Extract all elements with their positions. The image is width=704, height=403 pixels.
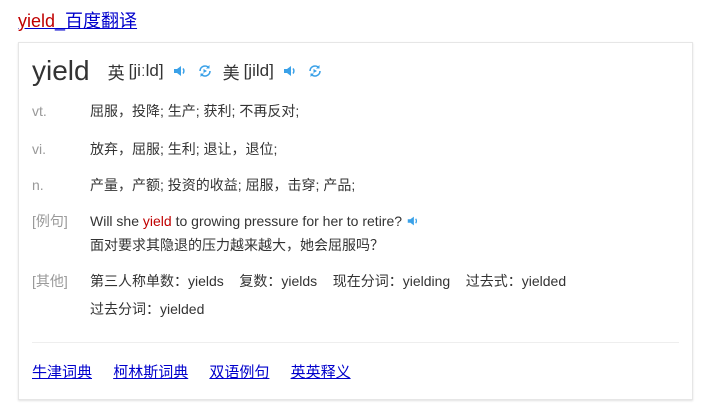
uk-label: 英 xyxy=(107,63,125,83)
other-forms: 第三人称单数：yields 复数：yields 现在分词：yielding 过去… xyxy=(90,273,567,289)
title-suffix[interactable]: _百度翻译 xyxy=(55,11,137,31)
uk-phonetic: [jiːld] xyxy=(128,61,164,80)
sense-def: 屈服，投降; 生产; 获利; 不再反对; xyxy=(90,103,300,119)
dictionary-links: 牛津词典 柯林斯词典 双语例句 英英释义 xyxy=(32,361,368,382)
uk-speaker-icon[interactable] xyxy=(172,63,188,79)
divider xyxy=(32,342,679,343)
sense-pos: vt. xyxy=(32,103,47,119)
other-forms-2: 过去分词：yielded xyxy=(90,301,205,317)
example-en-before: Will she xyxy=(90,213,143,229)
other-label: [其他] xyxy=(32,273,68,289)
example-label: [例句] xyxy=(32,213,68,229)
title-link[interactable]: yield_百度翻译 xyxy=(18,9,137,33)
sense-def: 产量，产额; 投资的收益; 屈服，击穿; 产品; xyxy=(90,177,356,193)
us-repeat-icon[interactable] xyxy=(307,63,323,79)
entry-header: yield 英 [jiːld] 美 [jild] xyxy=(32,53,323,89)
sense-def: 放弃，屈服; 生利; 退让，退位; xyxy=(90,141,278,157)
link-bilingual-examples[interactable]: 双语例句 xyxy=(209,364,269,381)
example-speaker-icon[interactable] xyxy=(406,212,420,226)
uk-repeat-icon[interactable] xyxy=(197,63,213,79)
title-keyword[interactable]: yield xyxy=(18,11,55,31)
dictionary-card: yield 英 [jiːld] 美 [jild] vt. 屈服，投降; 生产; … xyxy=(18,42,693,400)
sense-pos: n. xyxy=(32,177,44,193)
example-en-after: to growing pressure for her to retire? xyxy=(171,213,403,229)
us-label: 美 xyxy=(222,63,240,83)
example-en: Will she yield to growing pressure for h… xyxy=(90,210,420,232)
us-phonetic: [jild] xyxy=(243,61,274,80)
us-speaker-icon[interactable] xyxy=(282,63,298,79)
headword: yield xyxy=(32,55,90,86)
link-english-definitions[interactable]: 英英释义 xyxy=(291,364,351,381)
link-oxford[interactable]: 牛津词典 xyxy=(32,364,92,381)
link-collins[interactable]: 柯林斯词典 xyxy=(113,364,188,381)
example-zh: 面对要求其隐退的压力越来越大，她会屈服吗？ xyxy=(90,237,384,253)
example-keyword: yield xyxy=(142,213,172,229)
sense-pos: vi. xyxy=(32,141,46,157)
